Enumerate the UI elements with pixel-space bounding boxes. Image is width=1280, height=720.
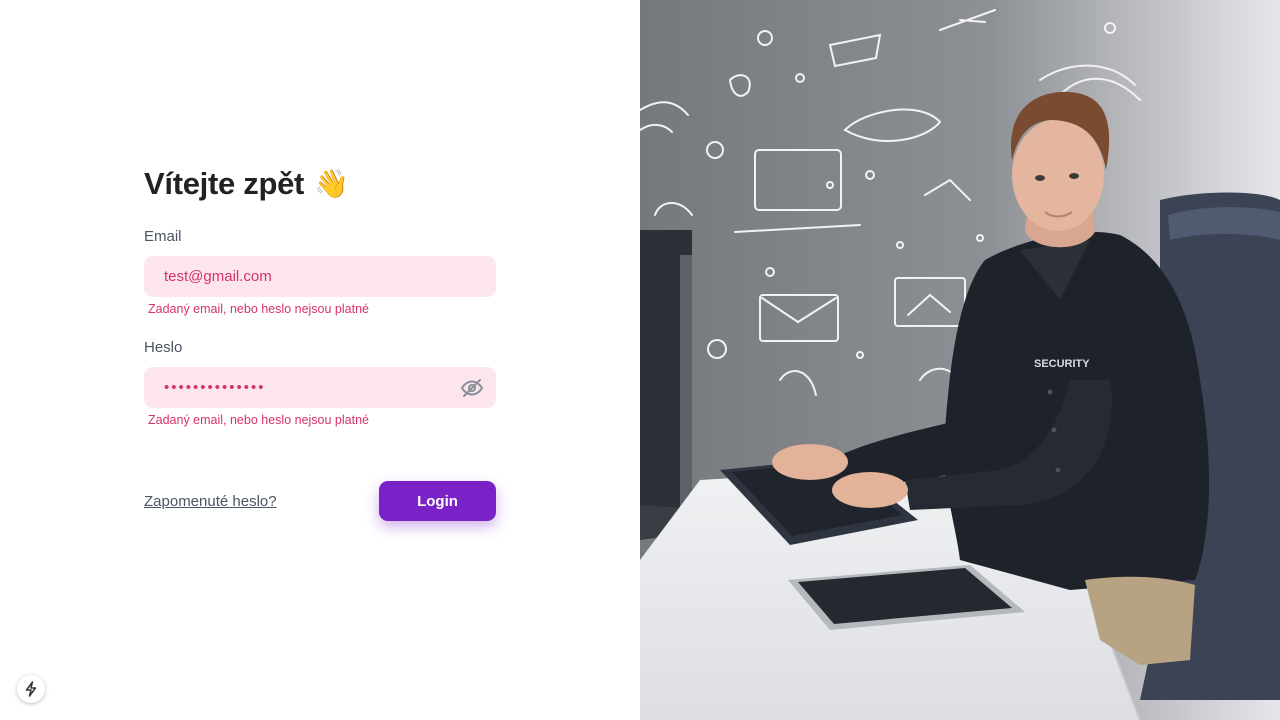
password-label: Heslo xyxy=(144,339,183,356)
svg-text:SECURITY: SECURITY xyxy=(1034,358,1090,370)
lightning-icon xyxy=(25,681,37,697)
email-field-wrapper xyxy=(144,256,496,297)
wave-emoji: 👋 xyxy=(314,168,349,199)
password-error: Zadaný email, nebo heslo nejsou platné xyxy=(148,413,369,427)
email-field[interactable] xyxy=(144,256,496,297)
email-error: Zadaný email, nebo heslo nejsou platné xyxy=(148,302,369,316)
hero-image: SECURITY xyxy=(640,0,1280,720)
forgot-password-link[interactable]: Zapomenuté heslo? xyxy=(144,493,277,510)
page-title: Vítejte zpět 👋 xyxy=(144,164,496,204)
login-panel: Vítejte zpět 👋 Email Zadaný email, nebo … xyxy=(0,0,640,720)
dev-indicator-button[interactable] xyxy=(17,675,45,703)
eye-off-icon[interactable] xyxy=(460,376,484,400)
email-label: Email xyxy=(144,228,182,245)
title-text: Vítejte zpět xyxy=(144,166,305,201)
password-field[interactable] xyxy=(144,367,496,408)
login-button[interactable]: Login xyxy=(379,481,496,521)
form-actions: Zapomenuté heslo? Login xyxy=(144,481,496,521)
person-head xyxy=(1012,119,1104,231)
password-field-wrapper xyxy=(144,367,496,408)
login-form: Vítejte zpět 👋 Email Zadaný email, nebo … xyxy=(144,164,496,521)
